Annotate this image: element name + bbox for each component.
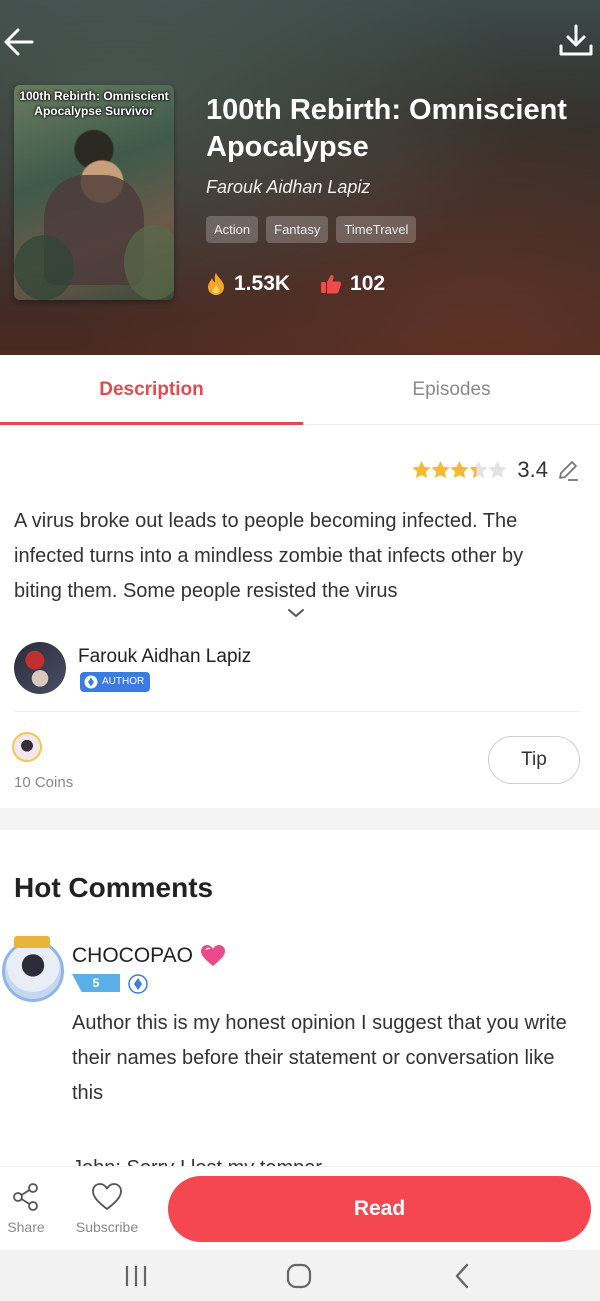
book-stats: 1.53K 102 [206,272,415,296]
book-description: A virus broke out leads to people becomi… [14,510,524,602]
chevron-down-icon [288,609,304,617]
fire-icon [208,273,224,295]
author-badge: AUTHOR [80,672,151,692]
heart-outline-icon [92,1183,122,1210]
recent-apps-icon[interactable] [122,1262,150,1290]
tag-fantasy[interactable]: Fantasy [266,216,329,243]
subscribe-label: Subscribe [75,1219,139,1235]
rating[interactable]: 3.4 [412,457,580,483]
star-icon [412,461,431,479]
book-title: 100th Rebirth: Omniscient Apocalypse [206,94,567,163]
author-name[interactable]: Farouk Aidhan Lapiz [78,646,251,668]
views-stat: 1.53K [206,272,290,296]
home-icon[interactable] [285,1262,313,1290]
rating-stars [412,461,507,479]
rating-value: 3.4 [517,457,548,482]
heart-icon [201,945,225,966]
tag-timetravel[interactable]: TimeTravel [336,216,417,243]
book-author[interactable]: Farouk Aidhan Lapiz [206,177,370,198]
share-button[interactable]: Share [2,1181,50,1235]
user-level-badge: 5 [72,974,120,992]
likes-stat: 102 [320,272,385,296]
avatar-frame-badge [14,936,50,948]
star-empty-icon [488,461,507,479]
coins-count: 10 Coins [14,774,74,791]
star-icon [431,461,450,479]
download-button[interactable] [556,20,596,60]
views-count: 1.53K [234,272,291,295]
book-header: 100th Rebirth: Omniscient Apocalypse Sur… [0,0,600,355]
tip-button[interactable]: Tip [488,736,580,784]
system-nav-bar [0,1250,600,1301]
comment-text: Author this is my honest opinion I sugge… [72,1012,567,1104]
author-card[interactable]: Farouk Aidhan Lapiz AUTHOR [14,642,580,712]
expand-description-button[interactable] [286,606,306,625]
diamond-icon [84,675,98,689]
star-icon [450,461,469,479]
tip-section: 10 Coins Tip [0,712,600,808]
star-half-icon [469,461,488,479]
subscribe-button[interactable]: Subscribe [70,1181,144,1235]
likes-count: 102 [350,272,386,295]
download-icon [559,24,593,56]
book-cover: 100th Rebirth: Omniscient Apocalypse Sur… [14,85,174,300]
author-badge-label: AUTHOR [102,676,145,687]
supporter-avatar[interactable] [12,732,42,762]
back-button[interactable] [0,22,40,62]
cover-title: 100th Rebirth: Omniscient Apocalypse Sur… [19,89,169,118]
section-divider [0,808,600,830]
hot-comments-heading: Hot Comments [14,872,214,903]
tab-episodes[interactable]: Episodes [303,355,600,425]
arrow-left-icon [4,28,34,56]
edit-pencil-icon[interactable] [556,458,580,482]
commenter-avatar[interactable] [2,940,64,1002]
bottom-action-bar: Share Subscribe Read [0,1166,600,1250]
diamond-badge-icon [128,974,148,994]
tag-list: Action Fantasy TimeTravel [206,216,417,243]
tag-action[interactable]: Action [206,216,259,243]
author-avatar[interactable] [14,642,66,694]
thumbs-up-icon [321,275,342,294]
share-label: Share [7,1219,45,1235]
share-icon [13,1183,38,1211]
read-button[interactable]: Read [168,1176,591,1242]
tab-description[interactable]: Description [0,355,303,425]
tab-bar: Description Episodes [0,355,600,425]
commenter-name[interactable]: CHOCOPAO [72,944,193,968]
back-nav-icon[interactable] [452,1262,474,1290]
